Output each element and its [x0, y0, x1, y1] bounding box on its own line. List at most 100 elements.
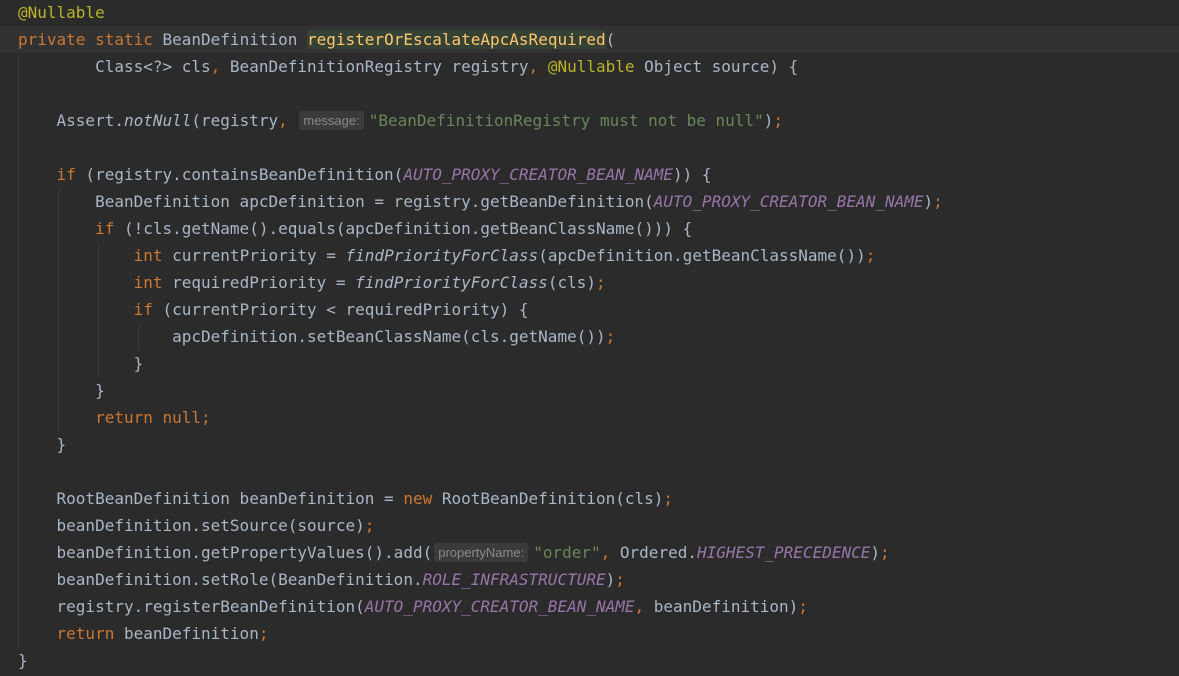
code-line[interactable]: } — [0, 350, 1179, 377]
code-token: ROLE_INFRASTRUCTURE — [422, 570, 606, 589]
code-token: apcDefinition.setBeanClassName(cls.getNa… — [18, 327, 606, 346]
parameter-hint: message: — [299, 111, 364, 130]
code-line[interactable]: } — [0, 647, 1179, 674]
code-line[interactable]: if (currentPriority < requiredPriority) … — [0, 296, 1179, 323]
code-token: RootBeanDefinition(cls) — [432, 489, 664, 508]
code-token: ; — [663, 489, 674, 508]
code-token: ; — [605, 327, 616, 346]
code-token: (currentPriority < requiredPriority) { — [152, 300, 529, 319]
code-token: AUTO_PROXY_CREATOR_BEAN_NAME — [403, 165, 674, 184]
code-line[interactable]: BeanDefinition apcDefinition = registry.… — [0, 188, 1179, 215]
code-line[interactable]: if (!cls.getName().equals(apcDefinition.… — [0, 215, 1179, 242]
code-line[interactable]: RootBeanDefinition beanDefinition = new … — [0, 485, 1179, 512]
code-token: ; — [615, 570, 625, 589]
code-token: (!cls.getName().equals(apcDefinition.get… — [114, 219, 693, 238]
code-token: } — [18, 651, 28, 670]
code-token: , — [528, 57, 548, 76]
code-token: ; — [258, 624, 269, 643]
code-token: notNull — [123, 111, 192, 130]
code-token: int — [133, 246, 163, 265]
code-token: ; — [865, 246, 876, 265]
code-line[interactable]: } — [0, 377, 1179, 404]
code-line[interactable] — [0, 458, 1179, 485]
code-token: new — [403, 489, 433, 508]
code-token: ; — [773, 111, 783, 130]
code-token: return null — [95, 408, 202, 427]
code-token: ; — [201, 408, 211, 427]
code-token: AUTO_PROXY_CREATOR_BEAN_NAME — [653, 192, 924, 211]
code-token: ; — [933, 192, 943, 211]
code-token: if — [95, 219, 115, 238]
code-token: Object source) { — [634, 57, 799, 76]
parameter-hint: propertyName: — [434, 543, 529, 562]
code-token: @Nullable — [18, 3, 105, 22]
code-token: ; — [880, 543, 890, 562]
code-token: HIGHEST_PRECEDENCE — [696, 543, 871, 562]
code-token: } — [18, 435, 67, 454]
code-token: )) { — [673, 165, 712, 184]
code-token: ) — [605, 570, 616, 589]
code-line[interactable]: Assert.notNull(registry, message: "BeanDe… — [0, 107, 1179, 134]
code-token: registry.registerBeanDefinition( — [18, 597, 365, 616]
code-token: RootBeanDefinition beanDefinition = — [18, 489, 404, 508]
code-line[interactable] — [0, 80, 1179, 107]
code-line[interactable]: int requiredPriority = findPriorityForCl… — [0, 269, 1179, 296]
code-token: registerOrEscalateApcAsRequired — [307, 30, 606, 49]
code-token: } — [18, 354, 144, 373]
code-token: return — [56, 624, 115, 643]
code-token: BeanDefinition apcDefinition = registry.… — [18, 192, 654, 211]
code-token: , — [278, 111, 298, 130]
code-token: Class<?> cls — [18, 57, 211, 76]
code-token: requiredPriority = — [162, 273, 356, 292]
code-token: beanDefinition — [114, 624, 259, 643]
code-line[interactable]: int currentPriority = findPriorityForCla… — [0, 242, 1179, 269]
code-line[interactable]: return beanDefinition; — [0, 620, 1179, 647]
code-token: if — [133, 300, 153, 319]
code-line[interactable]: Class<?> cls, BeanDefinitionRegistry reg… — [0, 53, 1179, 80]
code-editor[interactable]: @Nullable private static BeanDefinition r… — [0, 0, 1179, 676]
code-token: if — [56, 165, 76, 184]
code-token: (apcDefinition.getBeanClassName()) — [538, 246, 866, 265]
code-token: Ordered. — [619, 543, 697, 562]
code-token: , — [600, 543, 620, 562]
code-token: "order" — [533, 543, 601, 562]
code-line[interactable]: @Nullable — [0, 0, 1179, 26]
code-token: , — [634, 597, 654, 616]
code-token: (cls) — [547, 273, 596, 292]
code-token: AUTO_PROXY_CREATOR_BEAN_NAME — [364, 597, 635, 616]
code-token: @Nullable — [547, 57, 635, 76]
code-token: ; — [798, 597, 808, 616]
code-token: findPriorityForClass — [355, 273, 548, 292]
code-token: ) — [763, 111, 774, 130]
code-line[interactable]: registry.registerBeanDefinition(AUTO_PRO… — [0, 593, 1179, 620]
code-token: ( — [605, 30, 616, 49]
code-line[interactable]: beanDefinition.getPropertyValues().add(p… — [0, 539, 1179, 566]
code-line[interactable] — [0, 134, 1179, 161]
code-line[interactable]: } — [0, 431, 1179, 458]
code-line[interactable]: beanDefinition.setRole(BeanDefinition.RO… — [0, 566, 1179, 593]
code-token: (registry — [191, 111, 279, 130]
code-line[interactable]: apcDefinition.setBeanClassName(cls.getNa… — [0, 323, 1179, 350]
code-line[interactable]: private static BeanDefinition registerOr… — [0, 26, 1179, 53]
code-token: Assert. — [18, 111, 124, 130]
code-token: findPriorityForClass — [345, 246, 539, 265]
code-line[interactable]: if (registry.containsBeanDefinition(AUTO… — [0, 161, 1179, 188]
code-line[interactable]: return null; — [0, 404, 1179, 431]
code-token: currentPriority = — [162, 246, 346, 265]
code-token: , — [210, 57, 230, 76]
code-token: ) — [923, 192, 934, 211]
code-token: beanDefinition.getPropertyValues().add( — [18, 543, 433, 562]
code-line[interactable]: beanDefinition.setSource(source); — [0, 512, 1179, 539]
code-token: ; — [364, 516, 375, 535]
code-token: beanDefinition.setRole(BeanDefinition. — [18, 570, 423, 589]
code-token: } — [18, 381, 105, 400]
code-token: BeanDefinition — [162, 30, 307, 49]
code-token: beanDefinition) — [653, 597, 799, 616]
code-token: beanDefinition.setSource(source) — [18, 516, 365, 535]
